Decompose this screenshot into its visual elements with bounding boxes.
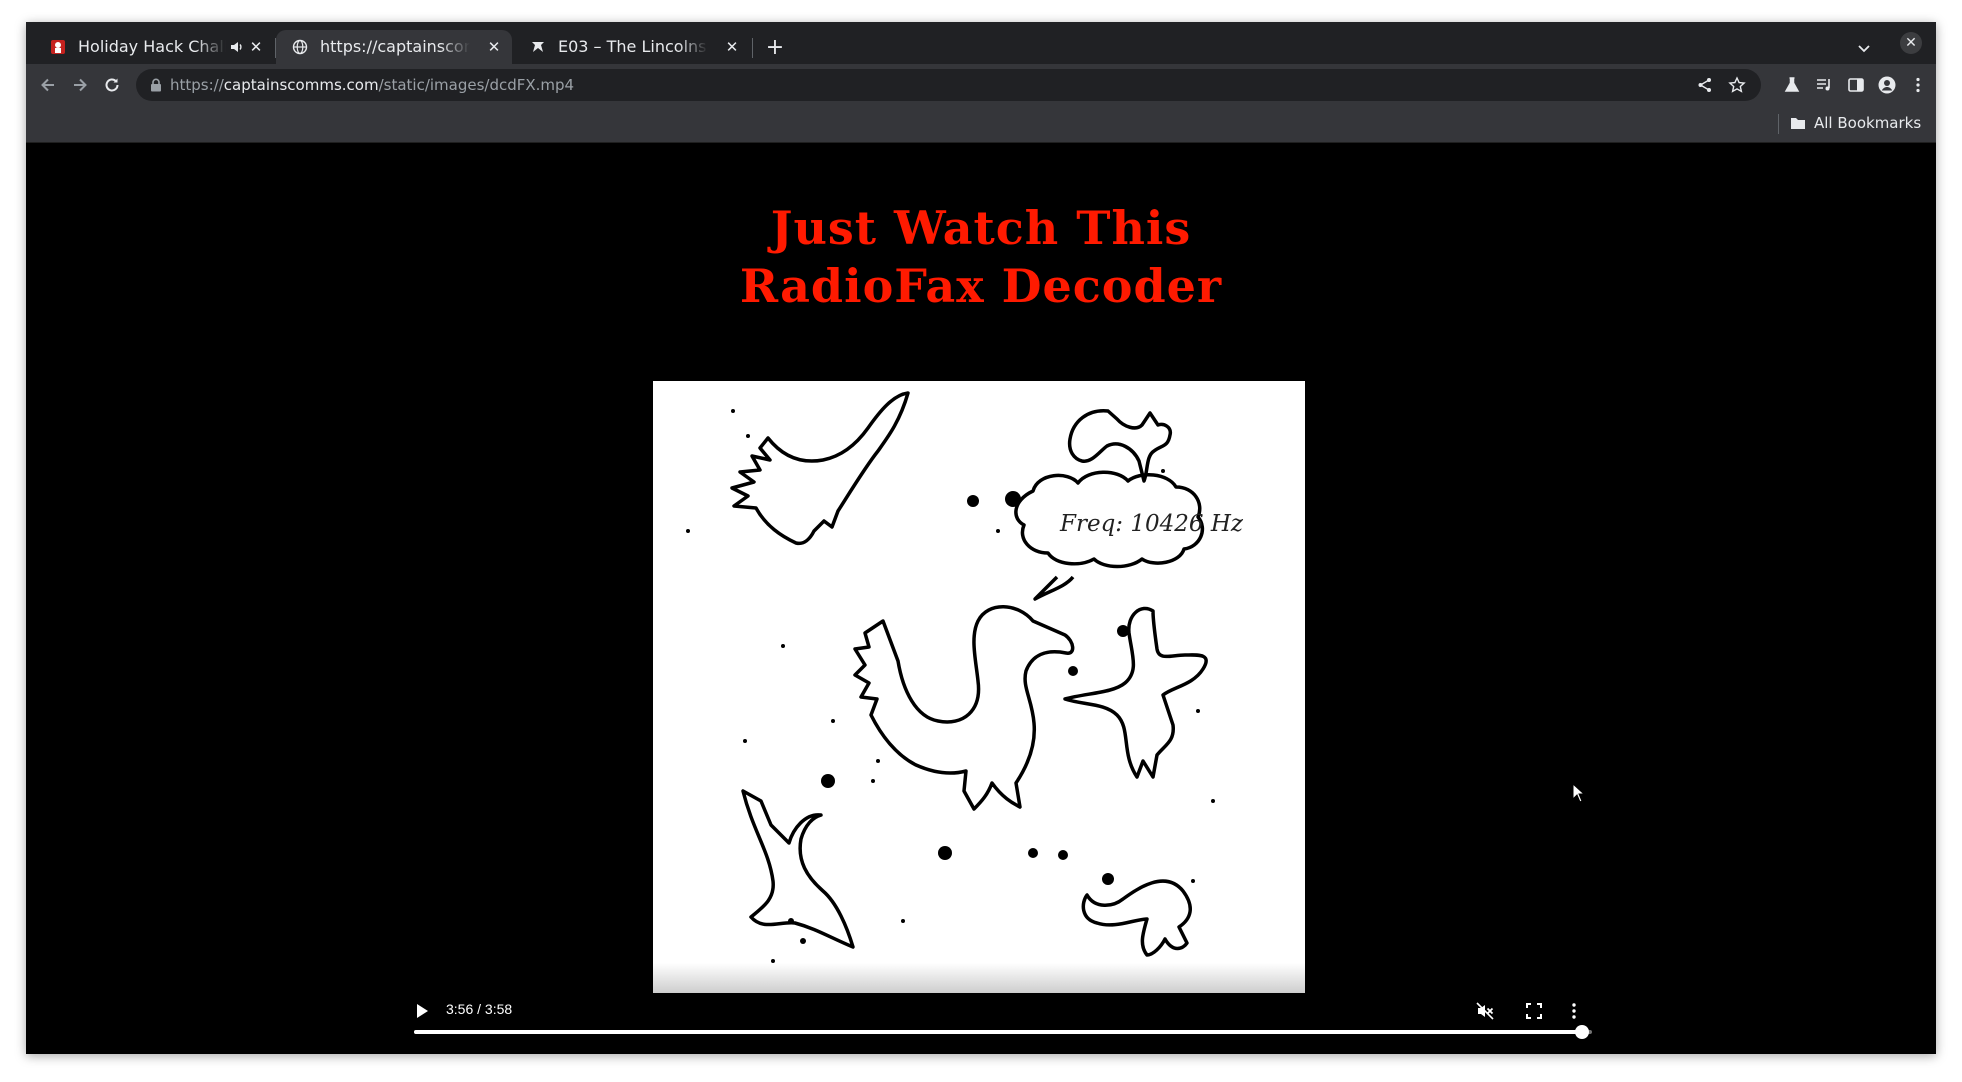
goose-bottom-left: [741, 789, 855, 949]
mouse-cursor-icon: [1572, 783, 1586, 803]
muted-volume-icon[interactable]: [1475, 1001, 1495, 1021]
media-queue-icon[interactable]: [1815, 76, 1833, 94]
share-icon[interactable]: [1696, 76, 1714, 94]
back-arrow-icon[interactable]: [38, 75, 58, 95]
bookmarks-separator: [1778, 114, 1779, 134]
tab-captainscomms[interactable]: https://captainscomms.com ✕: [276, 30, 512, 64]
goose-right: [1063, 606, 1208, 779]
url-scheme: https://: [170, 76, 224, 94]
video-title-line2: RadioFax Decoder: [739, 259, 1223, 313]
goose-center: [853, 605, 1075, 811]
bubble-tail: [1033, 575, 1075, 601]
radiofax-image-frame[interactable]: Freq: 10426 Hz: [653, 381, 1305, 1003]
fullscreen-icon[interactable]: [1524, 1001, 1544, 1021]
tab-holiday-hack[interactable]: Holiday Hack Challenge ✕: [34, 30, 274, 64]
video-time: 3:56 / 3:58: [446, 1001, 513, 1017]
radio-site-favicon-icon: [532, 42, 544, 52]
browser-window: Holiday Hack Challenge ✕ https://captain…: [26, 22, 1936, 1054]
tab-strip: Holiday Hack Challenge ✕ https://captain…: [26, 22, 1936, 64]
video-title: Just Watch This RadioFax Decoder: [26, 199, 1936, 315]
progress-scrubber-handle[interactable]: [1575, 1025, 1590, 1039]
tab-title: E03 – The Lincolnshire Poacher: [558, 37, 708, 56]
profile-avatar-icon[interactable]: [1878, 76, 1896, 94]
audio-playing-icon[interactable]: [230, 40, 244, 54]
video-controls: 3:56 / 3:58: [386, 988, 1592, 1048]
tab-close-button[interactable]: ✕: [484, 37, 504, 57]
holiday-hack-favicon-icon: [51, 40, 65, 54]
play-icon[interactable]: [414, 1002, 430, 1020]
tab-close-button[interactable]: ✕: [246, 37, 266, 57]
video-viewport: Just Watch This RadioFax Decoder Freq: 1…: [26, 143, 1936, 1054]
side-panel-icon[interactable]: [1847, 76, 1865, 94]
address-bar[interactable]: https://captainscomms.com/static/images/…: [136, 69, 1761, 101]
progress-fill: [414, 1030, 1583, 1034]
globe-icon: [292, 39, 308, 55]
video-title-line1: Just Watch This: [770, 201, 1192, 255]
forward-arrow-icon[interactable]: [70, 75, 90, 95]
tab-title: https://captainscomms.com: [320, 37, 470, 56]
frequency-label: Freq: 10426 Hz: [1059, 511, 1244, 537]
folder-icon: [1791, 118, 1805, 129]
more-options-icon[interactable]: [1564, 1001, 1584, 1021]
reload-icon[interactable]: [102, 75, 122, 95]
tab-lincolnshire[interactable]: E03 – The Lincolnshire Poacher ✕: [514, 30, 750, 64]
tab-search-chevron-icon[interactable]: [1855, 39, 1873, 57]
url-host: captainscomms.com: [223, 76, 379, 94]
video-progress-bar[interactable]: [414, 1025, 1592, 1039]
tab-title: Holiday Hack Challenge: [78, 37, 226, 56]
tab-close-button[interactable]: ✕: [722, 37, 742, 57]
bookmark-star-icon[interactable]: [1728, 76, 1746, 94]
goose-bottom-right: [1081, 879, 1192, 957]
url-text[interactable]: https://captainscomms.com/static/images/…: [170, 76, 574, 94]
bookmarks-bar: All Bookmarks: [26, 106, 1936, 143]
goose-top-left: [730, 391, 910, 546]
geese-drawing: Freq: 10426 Hz: [686, 391, 1244, 1003]
all-bookmarks-label: All Bookmarks: [1814, 114, 1922, 132]
labs-flask-icon[interactable]: [1783, 76, 1801, 94]
lock-icon[interactable]: [150, 78, 162, 92]
browser-toolbar: https://captainscomms.com/static/images/…: [26, 64, 1936, 106]
window-close-button[interactable]: ✕: [1900, 32, 1922, 54]
tab-separator: [752, 38, 753, 58]
goose-top-right: [1067, 409, 1173, 483]
url-path: /static/images/dcdFX.mp4: [378, 76, 575, 94]
browser-menu-icon[interactable]: [1909, 76, 1927, 94]
new-tab-button[interactable]: +: [764, 37, 786, 59]
